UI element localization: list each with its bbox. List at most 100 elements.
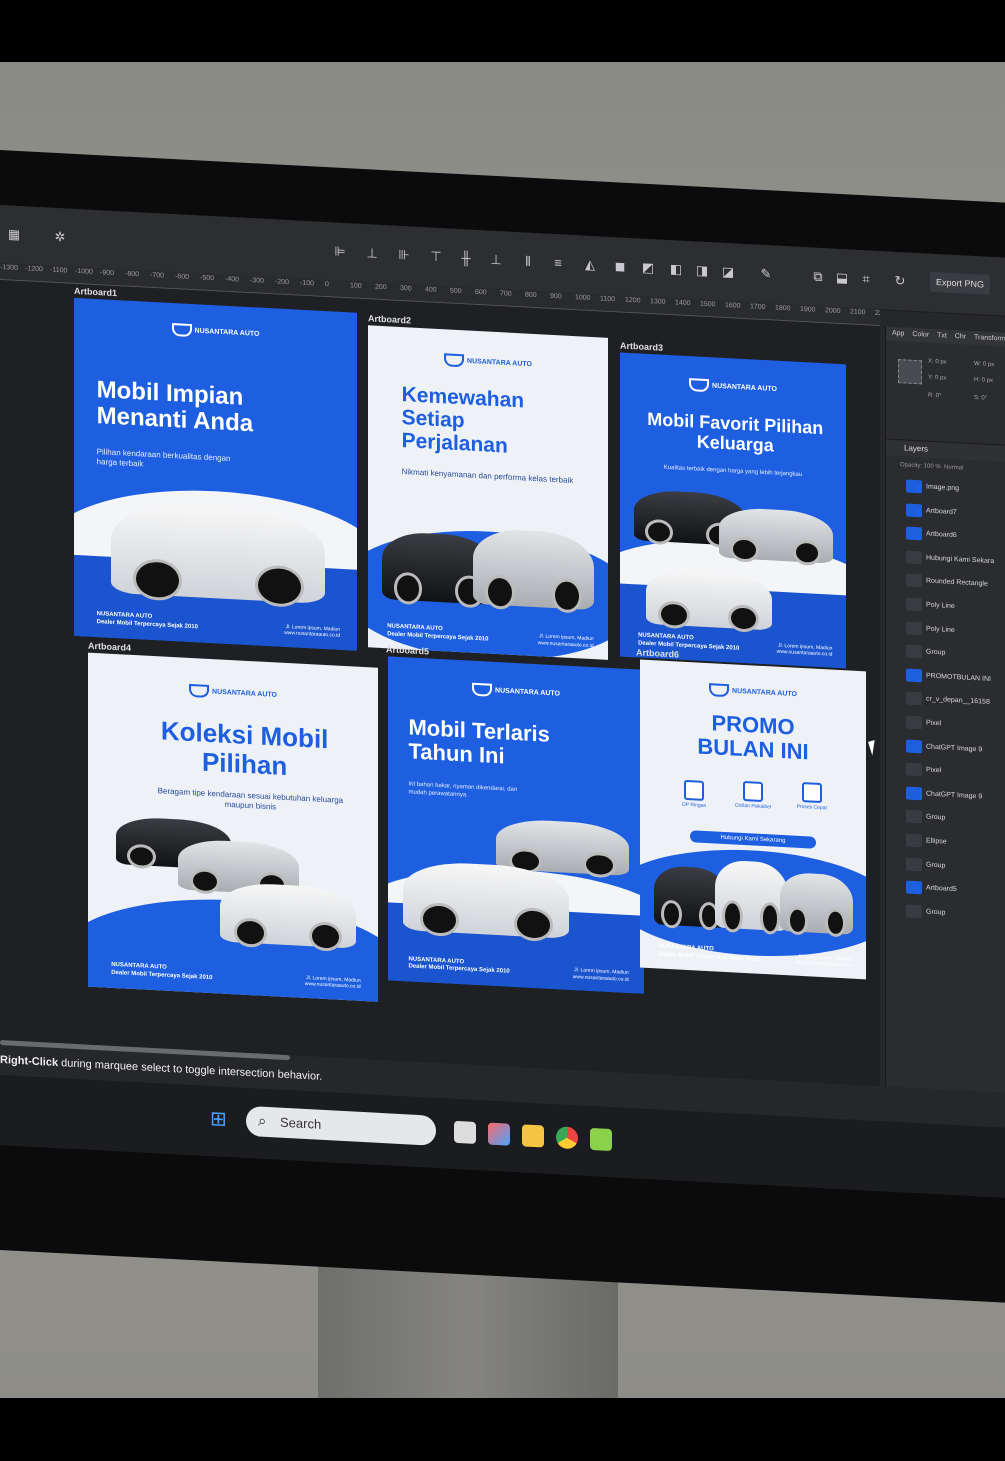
- layer-label: Artboard7: [926, 507, 957, 516]
- ruler-tick: -200: [275, 278, 290, 287]
- tab-transform[interactable]: Transform: [974, 334, 1005, 343]
- ruler-tick: 700: [500, 290, 512, 298]
- ruler-tick: 500: [450, 287, 462, 296]
- status-hint: during marquee select to toggle intersec…: [58, 1057, 323, 1083]
- ruler-tick: 1000: [575, 294, 591, 302]
- artboard-3[interactable]: NUSANTARA AUTO Mobil Favorit Pilihan Kel…: [620, 352, 846, 669]
- align-left-icon[interactable]: ⊫: [332, 244, 348, 260]
- canvas[interactable]: Artboard1 NUSANTARA AUTO Mobil Impian Me…: [0, 280, 880, 1087]
- insert-icon[interactable]: ⬓: [834, 270, 850, 286]
- windows-start-icon[interactable]: ⊞: [210, 1108, 232, 1131]
- artboard-label[interactable]: Artboard1: [74, 286, 117, 298]
- artboard-label[interactable]: Artboard2: [368, 313, 411, 325]
- boolean-xor-icon[interactable]: ◨: [694, 262, 710, 278]
- artboard-5[interactable]: NUSANTARA AUTO Mobil Terlaris Tahun Ini …: [388, 656, 644, 994]
- artboard-4[interactable]: NUSANTARA AUTO Koleksi Mobil Pilihan Ber…: [88, 652, 378, 1002]
- shield-icon: [689, 378, 710, 393]
- artboard-2[interactable]: NUSANTARA AUTO Kemewahan Setiap Perjalan…: [368, 325, 608, 660]
- artboard-label[interactable]: Artboard3: [620, 340, 663, 352]
- car-group: [91, 477, 346, 605]
- layer-thumbnail: [906, 762, 922, 777]
- layer-thumbnail: [906, 809, 922, 824]
- brand-name: NUSANTARA AUTO: [712, 382, 777, 394]
- tab-txt[interactable]: Txt: [937, 332, 947, 340]
- anchor-selector[interactable]: [898, 359, 922, 385]
- headline: Kemewahan Setiap Perjalanan: [401, 383, 525, 458]
- ruler-tick: 1700: [750, 303, 766, 312]
- layer-label: Pixel: [926, 766, 942, 775]
- s-field[interactable]: S: 0°: [974, 395, 987, 402]
- blend-mode-select[interactable]: Normal: [944, 464, 963, 471]
- align-top-icon[interactable]: ⊤: [428, 249, 444, 265]
- artboard-1[interactable]: NUSANTARA AUTO Mobil Impian Menanti Anda…: [74, 297, 357, 651]
- car-group: [382, 502, 598, 610]
- brand-name: NUSANTARA AUTO: [467, 357, 532, 369]
- photos-icon[interactable]: [488, 1122, 510, 1146]
- artboard-label[interactable]: Artboard4: [88, 641, 131, 653]
- r-field[interactable]: R: 0°: [928, 393, 941, 400]
- boolean-divide-icon[interactable]: ◪: [720, 264, 736, 280]
- align-bottom-icon[interactable]: ⊥: [488, 252, 504, 268]
- y-field[interactable]: Y: 0 px: [928, 375, 946, 382]
- align-center-icon[interactable]: ⊥: [364, 245, 380, 261]
- subtitle: Nikmati kenyamanan dan performa kelas te…: [401, 467, 574, 486]
- x-field[interactable]: X: 0 px: [928, 359, 947, 366]
- opacity-field[interactable]: Opacity: 100 %: [900, 462, 941, 470]
- tab-color[interactable]: Color: [912, 331, 929, 339]
- layer-thumbnail: [906, 479, 922, 494]
- grid-icon[interactable]: ▦: [6, 226, 22, 242]
- taskbar-search[interactable]: ⌕ Search: [246, 1105, 436, 1146]
- monitor-screen: ▦ ✲ ⊫ ⊥ ⊪ ⊤ ╫ ⊥ ⫴ ≡ ◭ ◼ ◩ ◧ ◨ ◪ ✎ ⧉ ⬓ ⌗ …: [0, 205, 1005, 1198]
- ruler-tick: 0: [325, 281, 329, 289]
- w-field[interactable]: W: 0 px: [974, 361, 994, 368]
- subtitle: Beragam tipe kendaraan sesuai kebutuhan …: [157, 786, 344, 812]
- align-right-icon[interactable]: ⊪: [396, 247, 412, 263]
- car-image: [645, 567, 772, 631]
- car-image: [220, 881, 356, 949]
- layer-row[interactable]: Group: [886, 898, 1005, 928]
- gear-icon[interactable]: ✲: [52, 229, 68, 245]
- layer-label: Ellipse: [926, 837, 947, 846]
- arrange-icon[interactable]: ⧉: [810, 269, 826, 284]
- artboard-6[interactable]: NUSANTARA AUTO PROMO BULAN INI DP Ringan…: [640, 659, 866, 980]
- layer-thumbnail: [906, 880, 922, 895]
- brand-logo: NUSANTARA AUTO: [171, 322, 260, 341]
- layer-label: Hubungi Kami Sekara: [926, 554, 995, 565]
- boolean-intersect-icon[interactable]: ◧: [668, 261, 684, 277]
- widgets-icon[interactable]: [454, 1120, 476, 1144]
- shield-icon: [189, 683, 210, 698]
- layer-thumbnail: [906, 786, 922, 801]
- pen-icon[interactable]: ✎: [758, 266, 774, 282]
- chrome-icon[interactable]: [556, 1126, 578, 1150]
- link-icon[interactable]: ↻: [892, 273, 908, 289]
- ruler-tick: -1300: [0, 264, 18, 272]
- layer-label: Group: [926, 648, 946, 657]
- brand-name: NUSANTARA AUTO: [495, 687, 560, 698]
- artboard-label[interactable]: Artboard6: [636, 647, 679, 659]
- distribute-vertical-icon[interactable]: ≡: [550, 255, 566, 271]
- layer-thumbnail: [906, 856, 922, 871]
- letterbox-bottom: [0, 1398, 1005, 1461]
- export-png-button[interactable]: Export PNG: [930, 271, 991, 295]
- design-app-icon[interactable]: [590, 1127, 612, 1152]
- flip-icon[interactable]: ◭: [582, 257, 598, 273]
- subtitle: Irit bahan bakar, nyaman dikendarai, dan…: [408, 781, 518, 799]
- boolean-subtract-icon[interactable]: ◩: [640, 260, 656, 276]
- h-field[interactable]: H: 0 px: [974, 377, 993, 384]
- crop-icon[interactable]: ⌗: [858, 271, 874, 287]
- distribute-horizontal-icon[interactable]: ⫴: [520, 254, 536, 269]
- ruler-tick: -500: [200, 274, 215, 283]
- artboard-label[interactable]: Artboard5: [386, 644, 429, 656]
- tab-app[interactable]: App: [892, 330, 904, 338]
- ruler-tick: -800: [125, 270, 140, 279]
- headline: Mobil Impian Menanti Anda: [96, 376, 254, 438]
- file-explorer-icon[interactable]: [522, 1124, 544, 1148]
- brand-name: NUSANTARA AUTO: [194, 327, 260, 338]
- feature-label: Proses Cepat: [796, 803, 827, 812]
- tab-chr[interactable]: Chr: [955, 333, 966, 341]
- ruler-tick: 2100: [850, 308, 866, 317]
- layer-label: Poly Line: [926, 601, 955, 611]
- align-middle-icon[interactable]: ╫: [458, 250, 474, 266]
- ruler-tick: -1000: [75, 267, 93, 276]
- boolean-add-icon[interactable]: ◼: [612, 258, 628, 274]
